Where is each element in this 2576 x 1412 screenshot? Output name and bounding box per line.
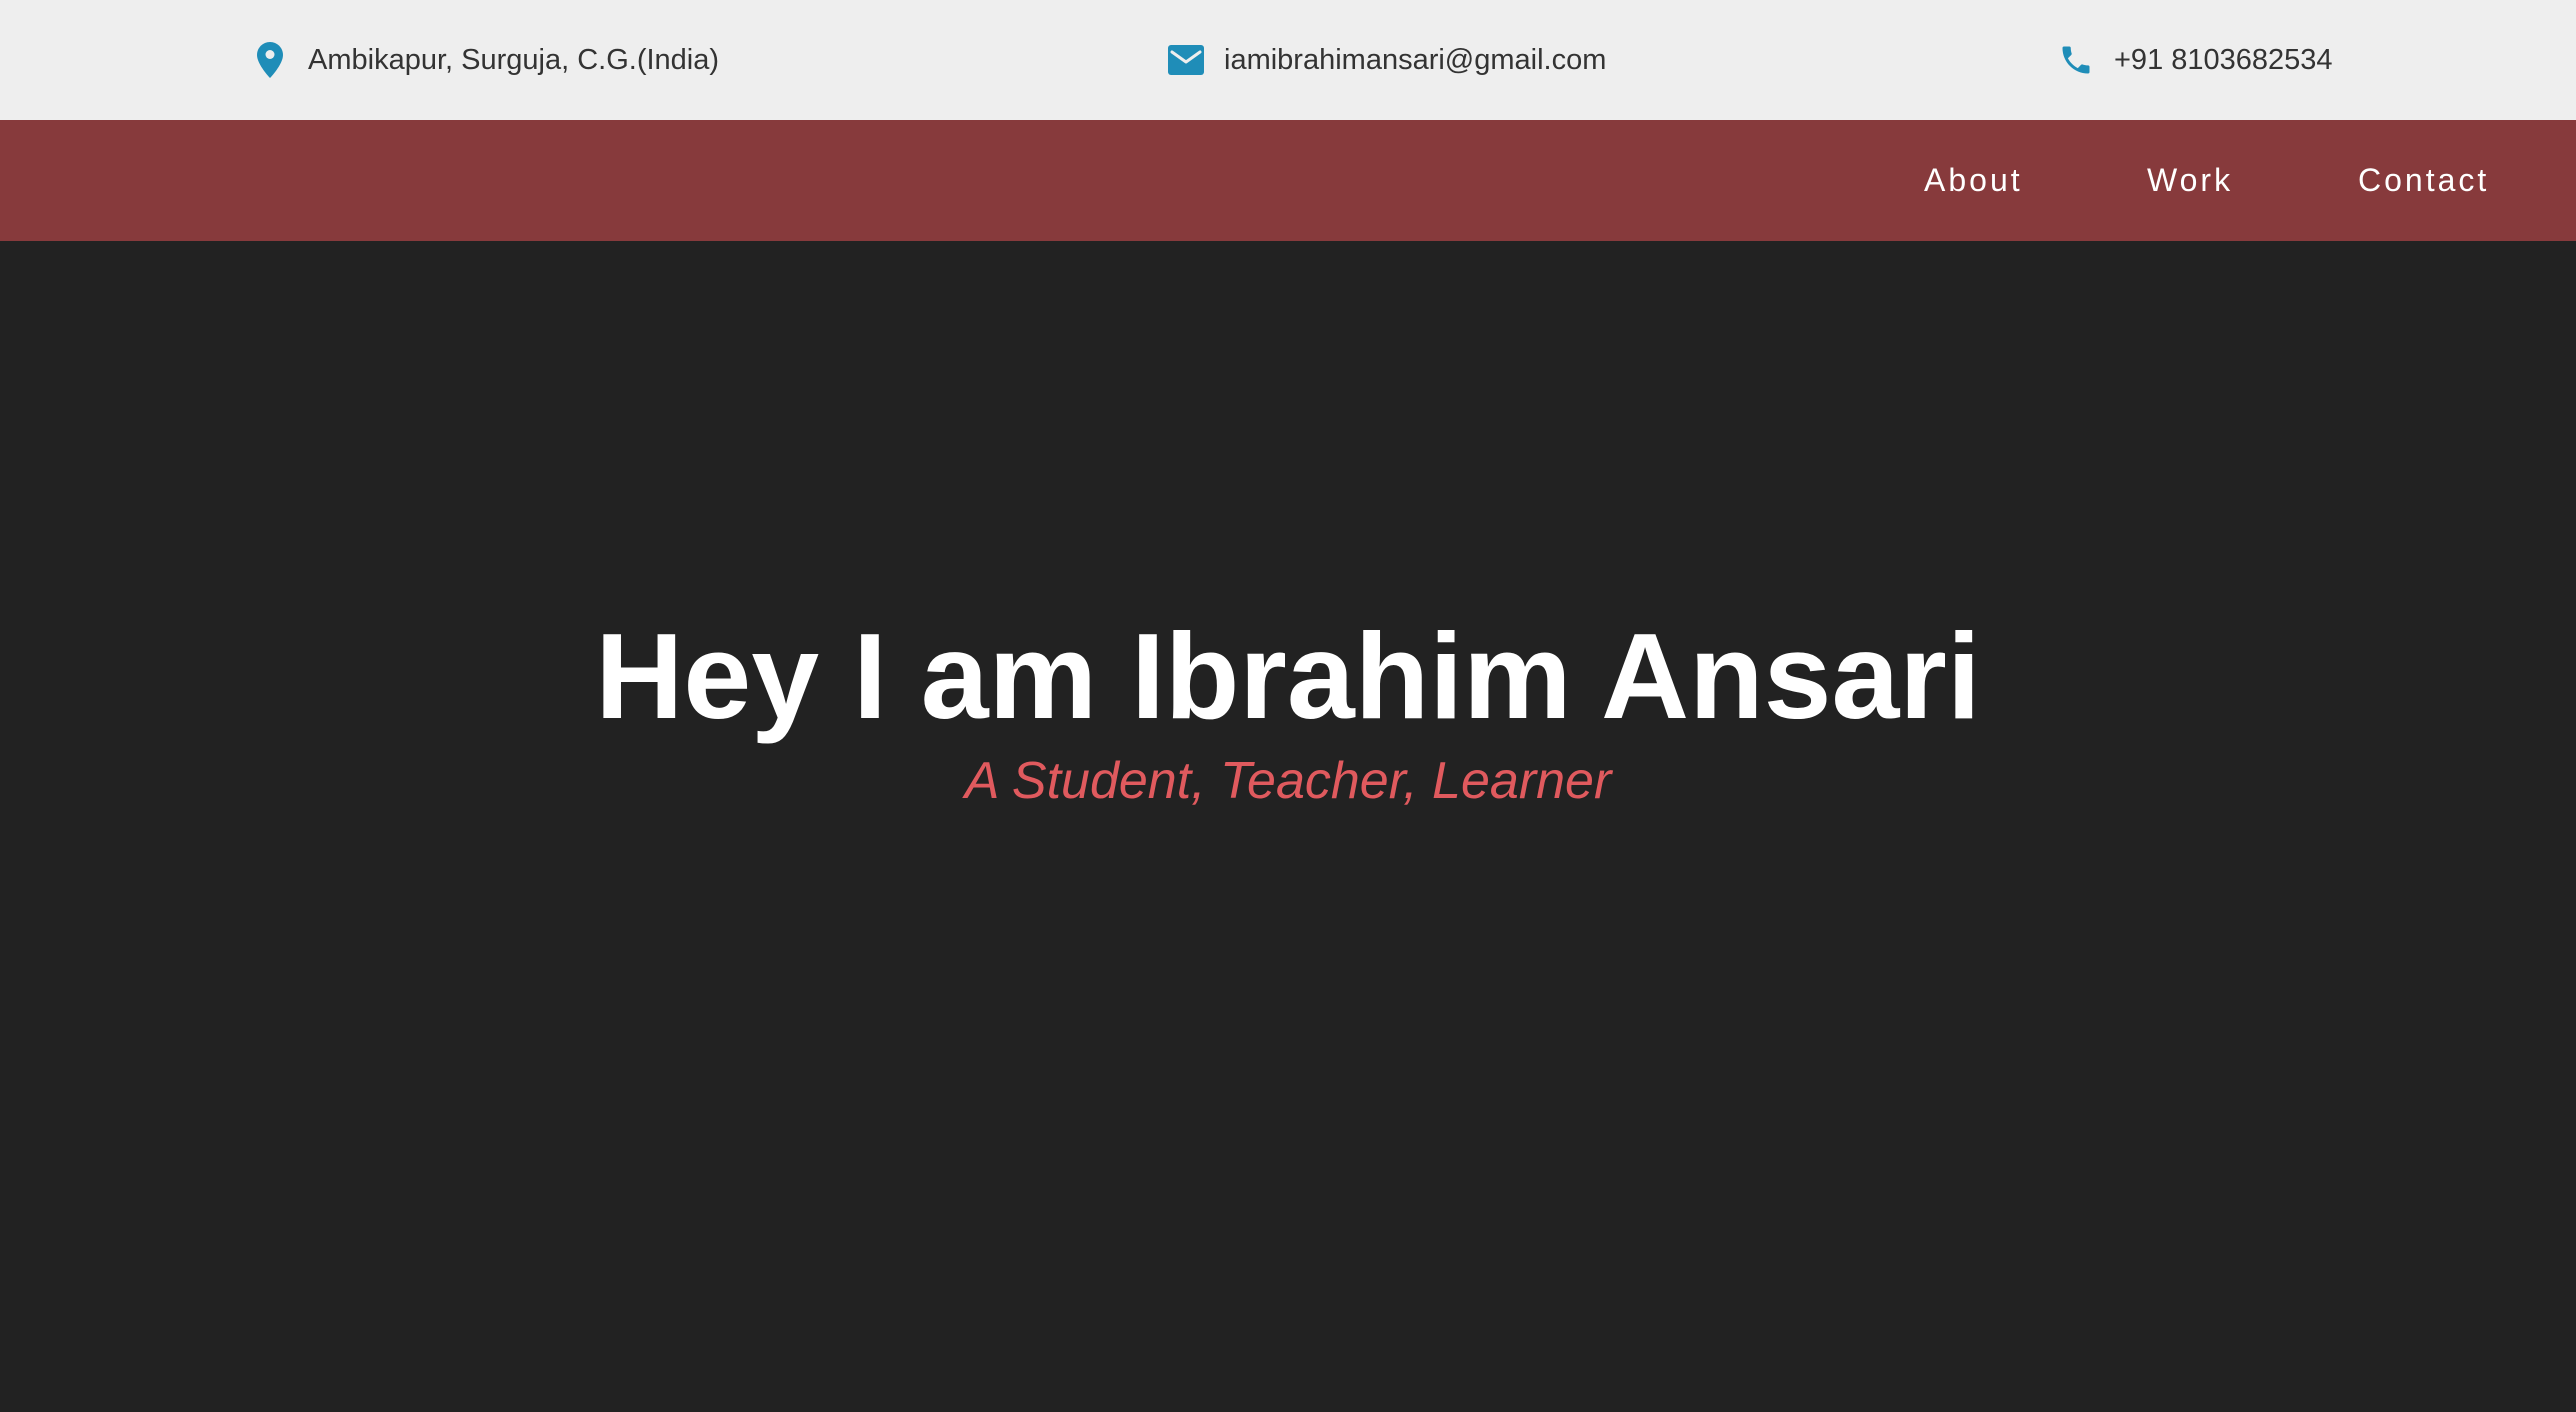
hero-title: Hey I am Ibrahim Ansari — [595, 608, 1981, 744]
nav-item-work[interactable]: Work — [2147, 120, 2233, 241]
contact-phone: +91 8103682534 — [2056, 0, 2333, 120]
nav-item-about[interactable]: About — [1924, 120, 2023, 241]
location-text: Ambikapur, Surguja, C.G.(India) — [308, 43, 720, 76]
map-pin-icon — [250, 40, 290, 80]
contact-location: Ambikapur, Surguja, C.G.(India) — [250, 0, 719, 120]
contact-email: iamibrahimansari@gmail.com — [1166, 0, 1606, 120]
envelope-icon — [1166, 40, 1206, 80]
contact-bar: Ambikapur, Surguja, C.G.(India) iamibrah… — [0, 0, 2576, 120]
email-link[interactable]: iamibrahimansari@gmail.com — [1224, 44, 1606, 77]
hero-section: Hey I am Ibrahim Ansari A Student, Teach… — [0, 241, 2576, 1412]
phone-icon — [2056, 40, 2096, 80]
nav-item-contact[interactable]: Contact — [2358, 120, 2489, 241]
main-nav: About Work Contact — [0, 120, 2576, 241]
hero-subtitle: A Student, Teacher, Learner — [964, 752, 1612, 810]
phone-link[interactable]: +91 8103682534 — [2114, 44, 2333, 77]
